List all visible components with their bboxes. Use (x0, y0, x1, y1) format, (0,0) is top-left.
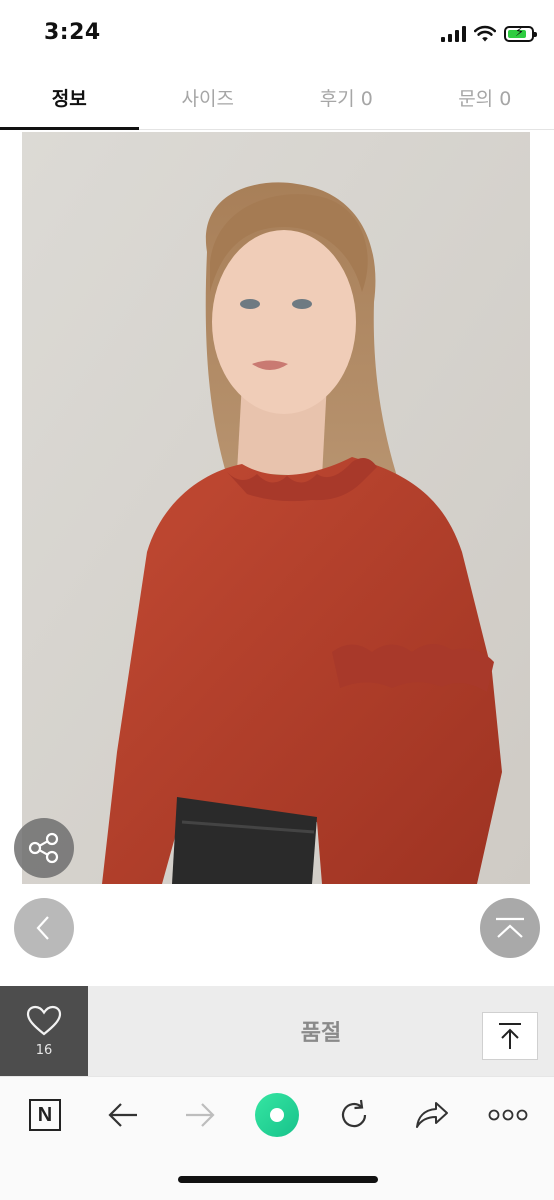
back-button[interactable] (99, 1091, 147, 1139)
green-dot-icon (255, 1093, 299, 1137)
battery-icon: ⚡ (504, 25, 537, 42)
reload-button[interactable] (330, 1091, 378, 1139)
naver-home-button[interactable]: N (21, 1091, 69, 1139)
green-dot-button[interactable] (253, 1091, 301, 1139)
chevron-left-icon (36, 916, 49, 940)
back-arrow-icon (108, 1103, 137, 1127)
like-button[interactable]: 16 (0, 986, 88, 1076)
heart-icon (26, 1005, 62, 1035)
home-indicator (178, 1176, 378, 1183)
status-time: 3:24 (44, 20, 101, 45)
product-tabs: 정보 사이즈 후기 0 문의 0 (0, 66, 554, 130)
share-button[interactable] (14, 818, 74, 878)
like-count: 16 (35, 1042, 53, 1058)
tab-size[interactable]: 사이즈 (139, 66, 278, 129)
product-photo (22, 132, 530, 884)
tab-info[interactable]: 정보 (0, 66, 139, 130)
share-icon (28, 832, 59, 864)
more-button[interactable] (484, 1091, 532, 1139)
product-image-area (0, 130, 554, 986)
scroll-to-top-button[interactable] (482, 1012, 538, 1060)
forward-button[interactable] (176, 1091, 224, 1139)
action-bar: 16 품절 (0, 986, 554, 1076)
forward-arrow-icon (186, 1103, 215, 1127)
reload-icon (341, 1099, 367, 1128)
tab-reviews[interactable]: 후기 0 (277, 66, 416, 129)
status-icons: ⚡ (441, 22, 537, 46)
share-arrow-icon (416, 1102, 448, 1128)
wifi-icon (474, 25, 496, 42)
arrow-up-to-top-icon (499, 1023, 521, 1049)
naver-n-icon: N (29, 1099, 61, 1131)
signal-icon (441, 26, 466, 42)
previous-button[interactable] (14, 898, 74, 958)
charging-bolt-icon: ⚡ (515, 25, 525, 40)
share-page-button[interactable] (408, 1091, 456, 1139)
status-bar: 3:24 ⚡ (0, 0, 554, 66)
chevron-up-icon (496, 917, 524, 938)
more-icon (488, 1109, 528, 1121)
tab-inquiries[interactable]: 문의 0 (416, 66, 554, 129)
scroll-top-circle-button[interactable] (480, 898, 540, 958)
